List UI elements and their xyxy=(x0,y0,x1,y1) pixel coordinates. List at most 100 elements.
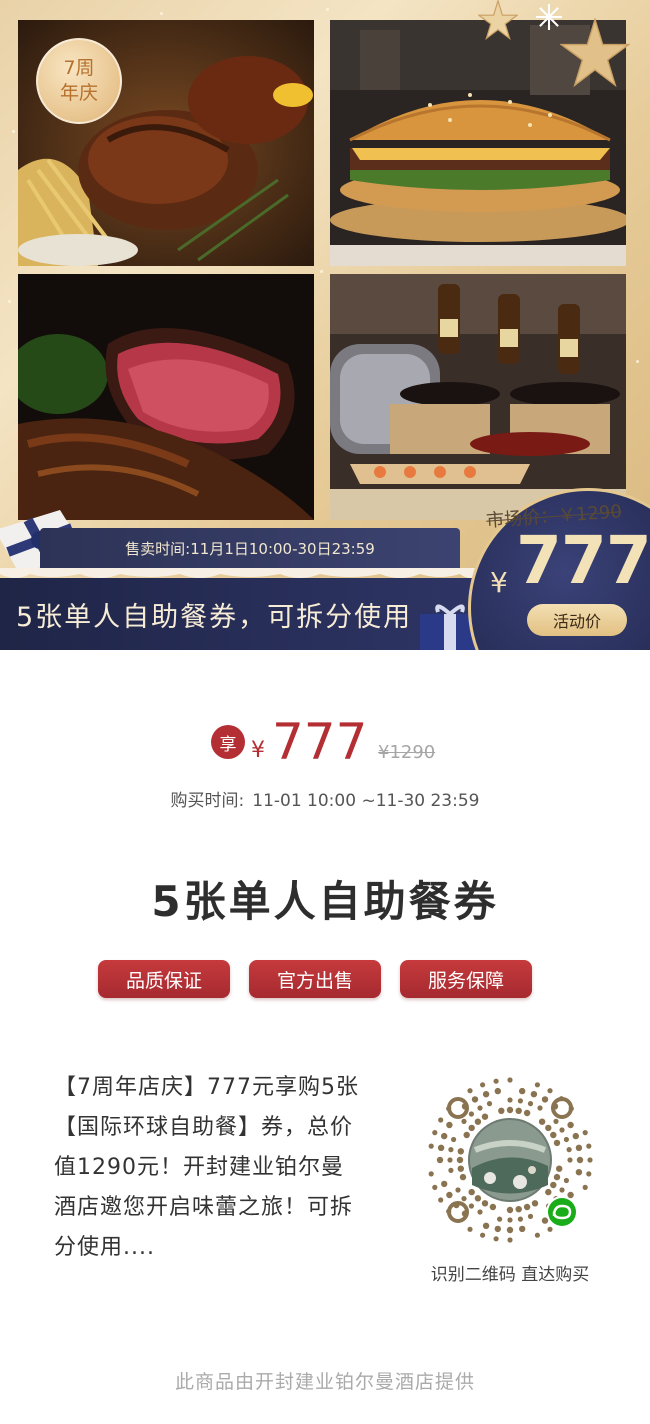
qr-dot xyxy=(474,1118,482,1125)
qr-code-image xyxy=(428,1077,593,1243)
star-decoration-icon xyxy=(560,18,630,88)
qr-dot xyxy=(576,1156,584,1164)
qr-dot xyxy=(480,1082,486,1088)
qr-dot xyxy=(456,1156,464,1164)
qr-dot xyxy=(530,1091,538,1098)
qr-dot xyxy=(519,1225,526,1233)
qr-dot xyxy=(572,1132,579,1140)
qr-dot xyxy=(477,1209,483,1215)
provider-note: 此商品由开封建业铂尔曼酒店提供 xyxy=(174,1371,475,1393)
star-decoration-icon xyxy=(478,0,518,40)
qr-dot xyxy=(541,1217,549,1224)
qr-dot xyxy=(556,1165,563,1172)
qr-dot xyxy=(481,1200,489,1207)
qr-dot xyxy=(447,1157,453,1163)
qr-dot xyxy=(498,1107,505,1114)
product-title: 5张单人自助餐券 xyxy=(151,877,499,926)
qr-dot xyxy=(559,1187,565,1193)
qr-dot xyxy=(582,1130,588,1136)
hero-currency-symbol: ¥ xyxy=(490,566,508,599)
qr-dot xyxy=(575,1169,583,1176)
qr-dot xyxy=(497,1216,503,1222)
qr-dot xyxy=(534,1082,540,1088)
qr-dot xyxy=(553,1173,561,1181)
mini-program-qr-code[interactable] xyxy=(420,1070,600,1250)
qr-dot xyxy=(507,1097,513,1103)
qr-caption: 识别二维码 直达购买 xyxy=(430,1265,590,1285)
purchase-time-label: 购买时间: xyxy=(170,791,245,811)
qr-dot xyxy=(463,1131,470,1139)
qr-dot xyxy=(467,1088,473,1094)
qr-dot xyxy=(482,1222,490,1229)
qr-dot xyxy=(567,1191,574,1199)
qr-dot xyxy=(506,1226,514,1234)
qr-dot xyxy=(567,1157,573,1163)
hero-price: 777 xyxy=(516,522,650,599)
qr-dot xyxy=(553,1139,561,1147)
qr-dot xyxy=(506,1206,514,1214)
original-price: ¥1290 xyxy=(378,742,436,763)
hero-title: 5张单人自助餐券，可拆分使用 xyxy=(0,578,480,650)
qr-dot xyxy=(547,1088,553,1094)
qr-dot xyxy=(515,1206,522,1213)
product-description: 【7周年店庆】777元享购5张【国际环球自助餐】券，总价值1290元！开封建业铂… xyxy=(54,1075,359,1260)
qr-dot xyxy=(563,1136,569,1143)
qr-dot xyxy=(550,1131,557,1139)
qr-dot xyxy=(480,1232,486,1238)
qr-dot xyxy=(448,1167,454,1173)
sale-time-bar: 售卖时间:11月1日10:00-30日23:59 xyxy=(40,528,460,568)
qr-dot xyxy=(436,1156,444,1164)
qr-dot xyxy=(507,1237,513,1243)
qr-dot xyxy=(538,1118,546,1125)
qr-dot xyxy=(507,1077,513,1083)
qr-dot xyxy=(559,1127,565,1133)
qr-dot xyxy=(553,1118,559,1124)
qr-dot xyxy=(468,1111,474,1117)
qr-dot xyxy=(587,1157,593,1163)
qr-dot xyxy=(493,1078,499,1084)
qr-dot xyxy=(550,1181,557,1189)
qr-dot xyxy=(523,1203,531,1211)
purchase-time-value: 11-01 10:00 ~11-30 23:59 xyxy=(252,791,480,811)
qr-dot xyxy=(481,1113,489,1120)
qr-dot xyxy=(437,1144,445,1151)
qr-dot xyxy=(545,1124,552,1132)
anniversary-badge-line2: 年庆 xyxy=(59,82,98,104)
qr-dot xyxy=(537,1105,543,1111)
qr-dot xyxy=(477,1105,483,1111)
qr-dot xyxy=(468,1203,474,1209)
qr-dot xyxy=(515,1107,522,1114)
qr-dot xyxy=(474,1195,482,1202)
qr-dot xyxy=(517,1216,523,1222)
qr-dot xyxy=(441,1132,448,1140)
wechat-mini-program-icon xyxy=(548,1198,576,1226)
qr-dot xyxy=(494,1225,501,1233)
enjoy-badge: 享 xyxy=(211,725,245,759)
qr-dot xyxy=(467,1226,473,1232)
qr-dot xyxy=(482,1091,490,1098)
steak-photo xyxy=(18,274,314,520)
qr-dot xyxy=(461,1118,467,1124)
qr-dot xyxy=(566,1147,572,1153)
qr-dot xyxy=(432,1130,438,1136)
tag-official-sale: 官方出售 xyxy=(249,960,381,998)
qr-dot xyxy=(493,1236,499,1242)
qr-dot xyxy=(461,1196,467,1202)
anniversary-badge-line1: 7周 xyxy=(63,57,95,79)
qr-dot xyxy=(451,1136,457,1143)
current-price: 777 xyxy=(272,713,368,771)
qr-dot xyxy=(494,1087,501,1095)
qr-dot xyxy=(567,1121,574,1129)
qr-dot xyxy=(459,1173,467,1181)
qr-dot xyxy=(545,1188,552,1196)
qr-dot xyxy=(428,1171,434,1177)
snowflake-icon xyxy=(536,4,562,30)
qr-dot xyxy=(541,1096,549,1103)
qr-dot xyxy=(468,1124,475,1132)
buffet-sushi-photo xyxy=(330,274,626,520)
qr-dot xyxy=(563,1177,569,1184)
anniversary-badge: 7周 年庆 xyxy=(36,38,122,124)
qr-dot xyxy=(438,1197,444,1203)
qr-dot xyxy=(457,1165,464,1172)
activity-price-tag: 活动价 xyxy=(527,604,627,636)
